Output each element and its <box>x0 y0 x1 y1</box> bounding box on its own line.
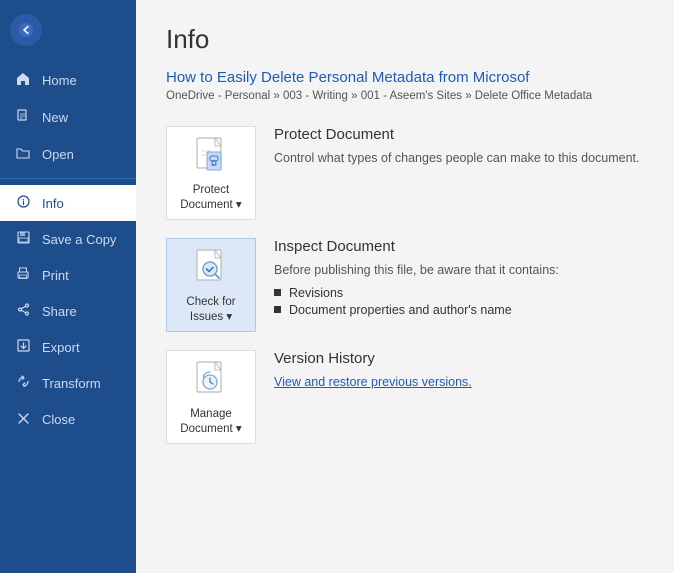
doc-title: How to Easily Delete Personal Metadata f… <box>166 69 644 86</box>
bullet-icon <box>274 306 281 313</box>
info-icon: i <box>14 195 32 211</box>
check-for-issues-label: Check forIssues ▾ <box>186 295 235 325</box>
nav-label-print: Print <box>42 268 69 283</box>
sidebar-item-close[interactable]: Close <box>0 401 136 437</box>
close-icon <box>14 411 32 427</box>
save-copy-icon <box>14 231 32 247</box>
nav-label-transform: Transform <box>42 376 101 391</box>
sidebar-item-transform[interactable]: Transform <box>0 365 136 401</box>
sidebar: Home New Open <box>0 0 136 573</box>
bullet-icon <box>274 289 281 296</box>
sidebar-item-export[interactable]: Export <box>0 329 136 365</box>
print-icon <box>14 267 32 283</box>
new-doc-icon <box>14 109 32 126</box>
nav-label-share: Share <box>42 304 77 319</box>
nav-divider <box>0 178 136 179</box>
open-icon <box>14 146 32 162</box>
transform-icon <box>14 375 32 391</box>
home-icon <box>14 72 32 89</box>
inspect-document-title: Inspect Document <box>274 238 644 255</box>
nav-label-close: Close <box>42 412 75 427</box>
protect-icon <box>192 135 230 179</box>
version-history-info: Version History View and restore previou… <box>274 350 644 391</box>
protect-document-button[interactable]: ProtectDocument ▾ <box>166 126 256 220</box>
nav-label-new: New <box>42 110 68 125</box>
page-title: Info <box>166 24 644 55</box>
export-icon <box>14 339 32 355</box>
protect-document-label: ProtectDocument ▾ <box>180 183 241 213</box>
sidebar-item-share[interactable]: Share <box>0 293 136 329</box>
inspect-document-info: Inspect Document Before publishing this … <box>274 238 644 320</box>
version-history-link[interactable]: View and restore previous versions. <box>274 375 472 389</box>
breadcrumb: OneDrive - Personal » 003 - Writing » 00… <box>166 90 644 102</box>
svg-text:i: i <box>22 198 24 207</box>
list-item-label: Document properties and author's name <box>289 303 512 317</box>
list-item-label: Revisions <box>289 286 343 300</box>
nav-label-open: Open <box>42 147 74 162</box>
inspect-document-card: Check forIssues ▾ Inspect Document Befor… <box>166 238 644 332</box>
version-icon <box>192 359 230 403</box>
sidebar-top <box>0 0 136 56</box>
protect-document-title: Protect Document <box>274 126 644 143</box>
sidebar-nav: Home New Open <box>0 62 136 437</box>
inspect-icon <box>192 247 230 291</box>
list-item: Document properties and author's name <box>274 303 644 317</box>
manage-document-button[interactable]: ManageDocument ▾ <box>166 350 256 444</box>
sidebar-item-print[interactable]: Print <box>0 257 136 293</box>
sidebar-item-open[interactable]: Open <box>0 136 136 172</box>
main-content: Info How to Easily Delete Personal Metad… <box>136 0 674 573</box>
nav-label-home: Home <box>42 73 77 88</box>
protect-document-info: Protect Document Control what types of c… <box>274 126 644 168</box>
sidebar-item-new[interactable]: New <box>0 99 136 136</box>
nav-label-save-copy: Save a Copy <box>42 232 116 247</box>
back-button[interactable] <box>10 14 42 46</box>
inspect-document-list: Revisions Document properties and author… <box>274 286 644 317</box>
sidebar-item-info[interactable]: i Info <box>0 185 136 221</box>
nav-label-info: Info <box>42 196 64 211</box>
protect-document-card: ProtectDocument ▾ Protect Document Contr… <box>166 126 644 220</box>
sidebar-item-save-copy[interactable]: Save a Copy <box>0 221 136 257</box>
version-history-card: ManageDocument ▾ Version History View an… <box>166 350 644 444</box>
version-history-title: Version History <box>274 350 644 367</box>
sidebar-item-home[interactable]: Home <box>0 62 136 99</box>
list-item: Revisions <box>274 286 644 300</box>
nav-label-export: Export <box>42 340 80 355</box>
share-icon <box>14 303 32 319</box>
check-for-issues-button[interactable]: Check forIssues ▾ <box>166 238 256 332</box>
manage-document-label: ManageDocument ▾ <box>180 407 241 437</box>
protect-document-desc: Control what types of changes people can… <box>274 149 644 168</box>
inspect-document-desc: Before publishing this file, be aware th… <box>274 261 644 280</box>
